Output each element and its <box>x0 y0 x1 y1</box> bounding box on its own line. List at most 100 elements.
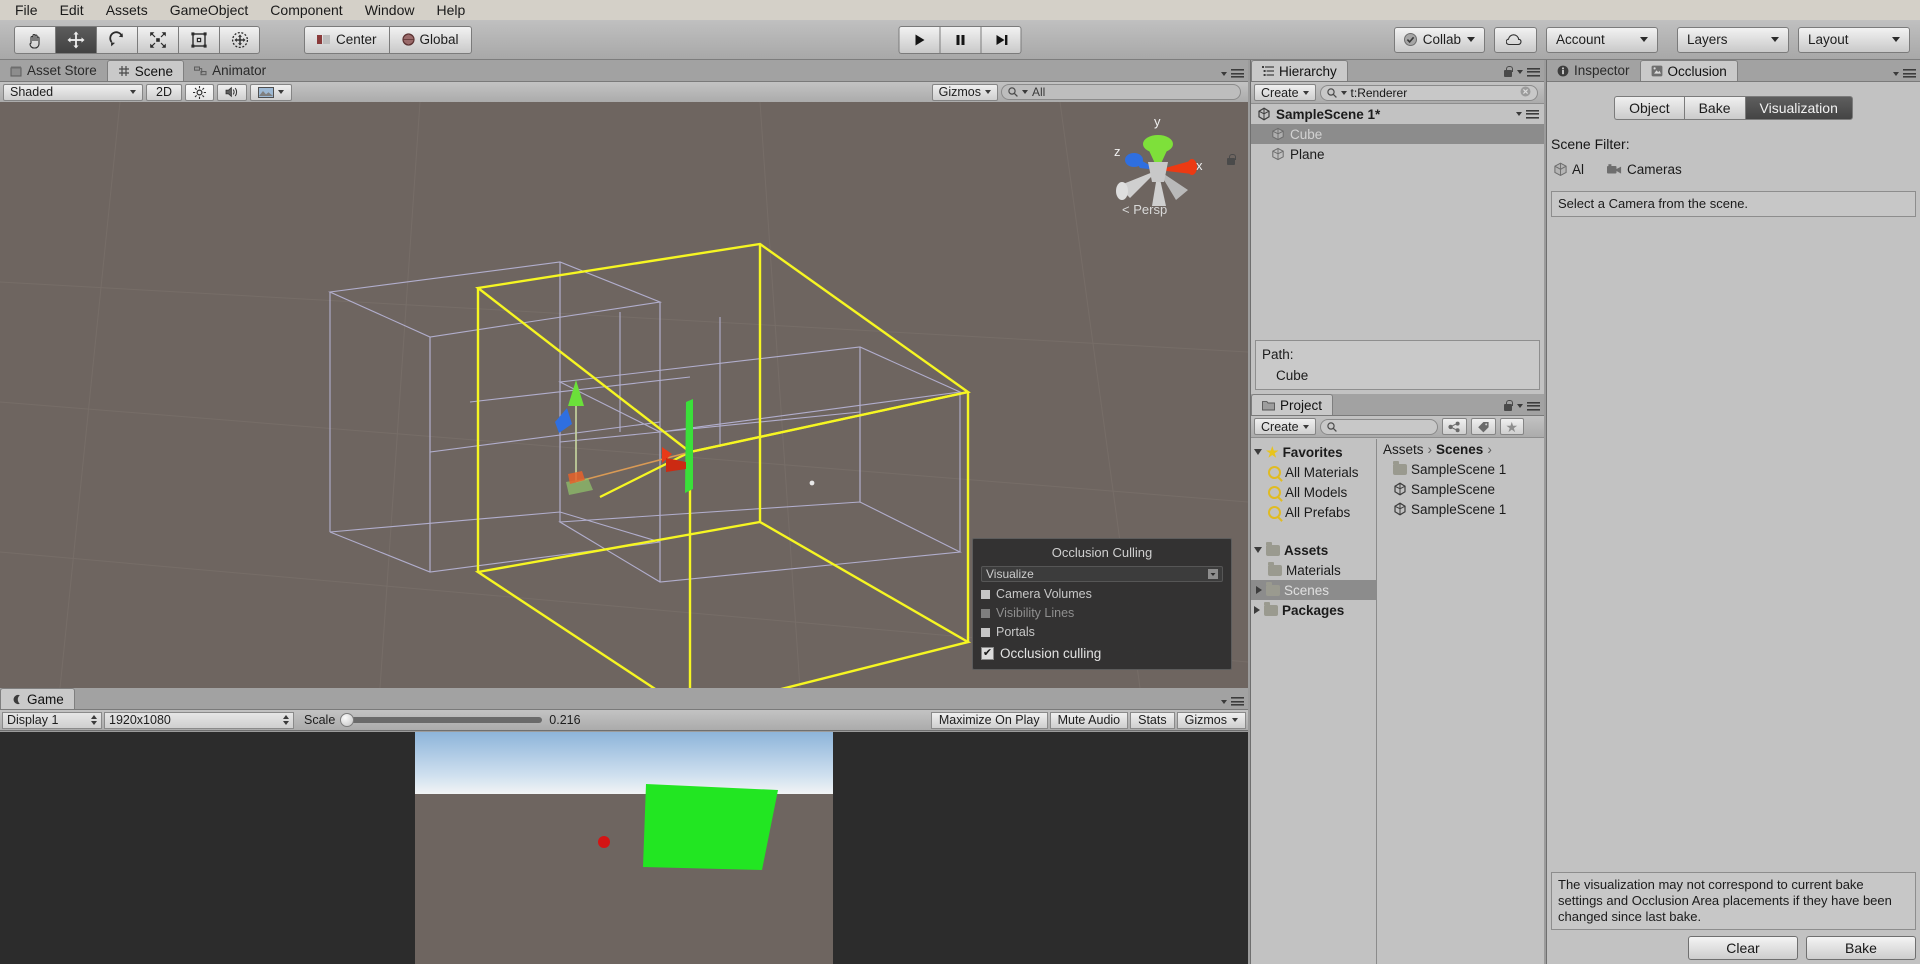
project-tree-all-models[interactable]: All Models <box>1251 482 1376 502</box>
menu-item-edit[interactable]: Edit <box>49 0 95 20</box>
menu-item-assets[interactable]: Assets <box>95 0 159 20</box>
project-search-input[interactable] <box>1319 418 1438 435</box>
tab-hierarchy[interactable]: Hierarchy <box>1251 60 1348 81</box>
pivot-mode-button[interactable]: Center <box>304 25 389 54</box>
tab-animator[interactable]: Animator <box>184 60 276 81</box>
project-filter-label-button[interactable] <box>1470 418 1496 435</box>
hierarchy-item-cube[interactable]: Cube <box>1251 124 1544 144</box>
account-button[interactable]: Account <box>1546 26 1658 53</box>
chevron-right-icon[interactable] <box>1256 586 1262 594</box>
tab-menu-caret-icon[interactable] <box>1517 70 1523 74</box>
collab-button[interactable]: Collab <box>1393 26 1485 53</box>
tab-occlusion[interactable]: Occlusion <box>1639 60 1738 81</box>
occlusion-option-camera-volumes[interactable]: Camera Volumes <box>981 587 1223 601</box>
scene-search-input[interactable]: All <box>1001 84 1241 100</box>
breadcrumb-scenes[interactable]: Scenes <box>1436 442 1483 457</box>
menu-item-help[interactable]: Help <box>425 0 476 20</box>
segment-visualization[interactable]: Visualization <box>1744 96 1853 120</box>
game-panel-menu-icon[interactable] <box>1231 697 1244 706</box>
project-lock-icon[interactable] <box>1503 400 1513 412</box>
occlusion-culling-toggle[interactable]: ✔ Occlusion culling <box>981 646 1223 661</box>
scene-row-menu-icon[interactable] <box>1526 109 1539 119</box>
transform-tool-button[interactable] <box>219 25 260 54</box>
segment-bake[interactable]: Bake <box>1683 96 1745 120</box>
hierarchy-search-input[interactable]: t:Renderer <box>1319 84 1538 101</box>
scale-tool-button[interactable] <box>137 25 178 54</box>
tab-menu-caret-icon[interactable] <box>1221 699 1227 704</box>
scene-panel-menu-icon[interactable] <box>1231 69 1244 78</box>
pause-button[interactable] <box>939 25 981 54</box>
hierarchy-lock-icon[interactable] <box>1503 66 1513 78</box>
step-button[interactable] <box>980 25 1022 54</box>
tab-menu-caret-icon[interactable] <box>1221 71 1227 76</box>
play-button[interactable] <box>898 25 940 54</box>
occlusion-mode-dropdown[interactable]: Visualize <box>981 566 1223 582</box>
project-tree-packages[interactable]: Packages <box>1251 600 1376 620</box>
bake-button[interactable]: Bake <box>1806 936 1916 960</box>
game-viewport[interactable] <box>0 732 1248 964</box>
move-tool-button[interactable] <box>55 25 96 54</box>
space-mode-button[interactable]: Global <box>388 25 472 54</box>
project-create-button[interactable]: Create <box>1254 418 1316 435</box>
chevron-down-icon[interactable] <box>1254 449 1262 455</box>
project-asset-row[interactable]: SampleScene 1 <box>1377 459 1544 479</box>
hierarchy-create-button[interactable]: Create <box>1254 84 1316 101</box>
scene-effects-toggle[interactable] <box>250 83 292 101</box>
tab-project[interactable]: Project <box>1251 394 1334 415</box>
tab-menu-caret-icon[interactable] <box>1517 404 1523 408</box>
scene-lighting-toggle[interactable] <box>185 83 214 101</box>
scene-lock-icon[interactable] <box>1226 154 1236 166</box>
gizmos-dropdown[interactable]: Gizmos <box>931 83 998 101</box>
project-tree-favorites[interactable]: ★ Favorites <box>1251 442 1376 462</box>
draw-mode-dropdown[interactable]: Shaded <box>3 83 143 101</box>
tab-scene[interactable]: Scene <box>106 60 185 81</box>
project-tree-all-prefabs[interactable]: All Prefabs <box>1251 502 1376 522</box>
hand-tool-button[interactable] <box>14 25 55 54</box>
hierarchy-scene-row[interactable]: SampleScene 1* <box>1251 104 1544 124</box>
tab-game[interactable]: Game <box>0 688 75 709</box>
resolution-dropdown[interactable]: 1920x1080 <box>104 711 294 729</box>
project-asset-row[interactable]: SampleScene <box>1377 479 1544 499</box>
clear-button[interactable]: Clear <box>1688 936 1798 960</box>
scale-slider[interactable] <box>340 713 543 727</box>
scene-filter-cameras[interactable]: Cameras <box>1606 162 1682 177</box>
toggle-2d-button[interactable]: 2D <box>146 83 182 101</box>
project-panel-menu-icon[interactable] <box>1527 401 1540 411</box>
game-gizmos-button[interactable]: Gizmos <box>1176 711 1246 729</box>
mute-audio-button[interactable]: Mute Audio <box>1049 711 1129 729</box>
project-asset-row[interactable]: SampleScene 1 <box>1377 499 1544 519</box>
project-filter-type-button[interactable] <box>1441 418 1467 435</box>
display-dropdown[interactable]: Display 1 <box>2 711 102 729</box>
occlusion-option-portals[interactable]: Portals <box>981 625 1223 639</box>
scene-audio-toggle[interactable] <box>217 83 247 101</box>
clear-search-icon[interactable] <box>1520 86 1531 100</box>
slider-knob[interactable] <box>340 713 355 727</box>
breadcrumb-assets[interactable]: Assets <box>1383 442 1424 457</box>
chevron-right-icon[interactable] <box>1254 606 1260 614</box>
scene-row-caret-icon[interactable] <box>1516 112 1522 116</box>
rect-tool-button[interactable] <box>178 25 219 54</box>
hierarchy-item-plane[interactable]: Plane <box>1251 144 1544 164</box>
cloud-button[interactable] <box>1494 26 1537 53</box>
project-tree-scenes[interactable]: Scenes <box>1251 580 1376 600</box>
tab-asset-store[interactable]: Asset Store <box>0 60 107 81</box>
menu-item-component[interactable]: Component <box>259 0 353 20</box>
segment-object[interactable]: Object <box>1614 96 1684 120</box>
tab-menu-caret-icon[interactable] <box>1893 71 1899 76</box>
menu-item-window[interactable]: Window <box>354 0 426 20</box>
scene-viewport[interactable]: y z x < Persp Occlusion Culling Visualiz… <box>0 102 1248 688</box>
inspector-panel-menu-icon[interactable] <box>1903 69 1916 78</box>
project-favorite-button[interactable]: ★ <box>1499 418 1525 435</box>
project-tree-all-materials[interactable]: All Materials <box>1251 462 1376 482</box>
project-tree-assets[interactable]: Assets <box>1251 540 1376 560</box>
scene-view-gizmo[interactable]: y z x < Persp <box>1096 110 1216 230</box>
maximize-on-play-button[interactable]: Maximize On Play <box>930 711 1048 729</box>
layers-button[interactable]: Layers <box>1677 26 1789 53</box>
stats-button[interactable]: Stats <box>1130 711 1175 729</box>
project-tree-materials[interactable]: Materials <box>1251 560 1376 580</box>
menu-item-file[interactable]: File <box>4 0 49 20</box>
tab-inspector[interactable]: Inspector <box>1547 60 1640 81</box>
chevron-down-icon[interactable] <box>1254 547 1262 553</box>
scene-filter-all[interactable]: Al <box>1553 162 1584 177</box>
menu-item-gameobject[interactable]: GameObject <box>159 0 260 20</box>
